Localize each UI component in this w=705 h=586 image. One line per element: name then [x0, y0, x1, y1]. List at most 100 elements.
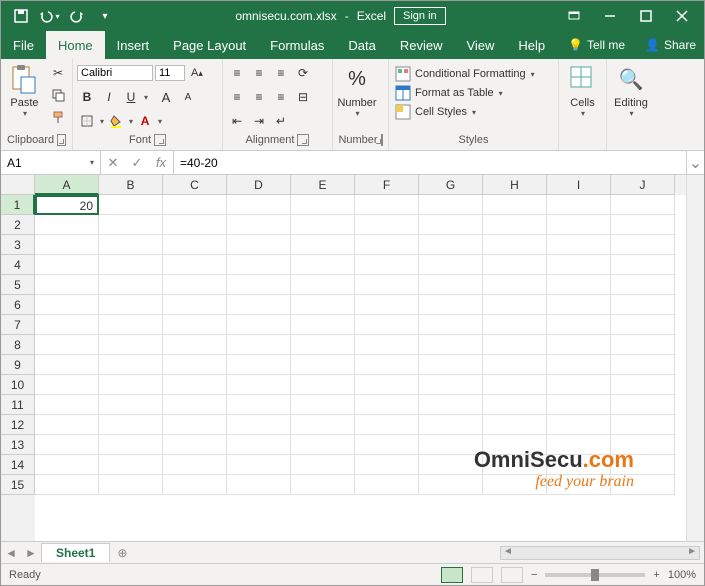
cell-B7[interactable]: [99, 315, 163, 335]
cell-styles-button[interactable]: Cell Styles▾: [393, 103, 537, 121]
cell-J6[interactable]: [611, 295, 675, 315]
cell-G9[interactable]: [419, 355, 483, 375]
tab-home[interactable]: Home: [46, 31, 105, 59]
vertical-scrollbar[interactable]: [686, 175, 704, 541]
increase-indent-icon[interactable]: ⇥: [249, 111, 269, 131]
cell-D3[interactable]: [227, 235, 291, 255]
col-header-B[interactable]: B: [99, 175, 163, 195]
formula-input[interactable]: =40-20: [174, 151, 686, 174]
cancel-formula-icon[interactable]: ✕: [101, 155, 125, 171]
sheet-tab-sheet1[interactable]: Sheet1: [41, 543, 110, 562]
cell-A13[interactable]: [35, 435, 99, 455]
cell-B8[interactable]: [99, 335, 163, 355]
row-header-10[interactable]: 10: [1, 375, 35, 395]
cell-E8[interactable]: [291, 335, 355, 355]
col-header-F[interactable]: F: [355, 175, 419, 195]
cell-I4[interactable]: [547, 255, 611, 275]
save-icon[interactable]: [9, 4, 33, 28]
format-as-table-button[interactable]: Format as Table▾: [393, 84, 537, 102]
cell-E9[interactable]: [291, 355, 355, 375]
ribbon-options-icon[interactable]: [556, 1, 592, 31]
font-launcher[interactable]: [154, 134, 166, 146]
conditional-formatting-button[interactable]: Conditional Formatting▾: [393, 65, 537, 83]
font-name-select[interactable]: Calibri: [77, 65, 153, 81]
row-header-12[interactable]: 12: [1, 415, 35, 435]
cell-I7[interactable]: [547, 315, 611, 335]
cell-D5[interactable]: [227, 275, 291, 295]
cell-G15[interactable]: [419, 475, 483, 495]
cell-A1[interactable]: 20: [35, 195, 99, 215]
col-header-J[interactable]: J: [611, 175, 675, 195]
font-size-small-icon[interactable]: A: [178, 87, 198, 107]
cell-D7[interactable]: [227, 315, 291, 335]
cell-A10[interactable]: [35, 375, 99, 395]
cell-F9[interactable]: [355, 355, 419, 375]
cell-C15[interactable]: [163, 475, 227, 495]
cell-A9[interactable]: [35, 355, 99, 375]
col-header-D[interactable]: D: [227, 175, 291, 195]
col-header-C[interactable]: C: [163, 175, 227, 195]
maximize-icon[interactable]: [628, 1, 664, 31]
cell-G5[interactable]: [419, 275, 483, 295]
alignment-launcher[interactable]: [297, 134, 309, 146]
tellme-button[interactable]: Tell me: [587, 38, 625, 52]
cell-F6[interactable]: [355, 295, 419, 315]
qat-customize-icon[interactable]: ▾: [93, 4, 117, 28]
tab-view[interactable]: View: [454, 31, 506, 59]
cell-I14[interactable]: [547, 455, 611, 475]
cell-A14[interactable]: [35, 455, 99, 475]
row-header-15[interactable]: 15: [1, 475, 35, 495]
cell-G6[interactable]: [419, 295, 483, 315]
cell-I12[interactable]: [547, 415, 611, 435]
cell-C7[interactable]: [163, 315, 227, 335]
tab-formulas[interactable]: Formulas: [258, 31, 336, 59]
cell-D6[interactable]: [227, 295, 291, 315]
orientation-icon[interactable]: ⟳: [293, 63, 313, 83]
row-header-6[interactable]: 6: [1, 295, 35, 315]
name-box[interactable]: A1▾: [1, 151, 101, 174]
decrease-indent-icon[interactable]: ⇤: [227, 111, 247, 131]
cell-A8[interactable]: [35, 335, 99, 355]
grow-font-icon[interactable]: A▴: [187, 63, 207, 83]
cell-F12[interactable]: [355, 415, 419, 435]
fx-icon[interactable]: fx: [149, 155, 173, 170]
share-button[interactable]: Share: [664, 38, 696, 52]
cell-D4[interactable]: [227, 255, 291, 275]
cell-E2[interactable]: [291, 215, 355, 235]
zoom-in-button[interactable]: +: [653, 569, 659, 581]
row-header-9[interactable]: 9: [1, 355, 35, 375]
cell-J9[interactable]: [611, 355, 675, 375]
cell-B1[interactable]: [99, 195, 163, 215]
cell-H5[interactable]: [483, 275, 547, 295]
add-sheet-button[interactable]: ⊕: [110, 546, 134, 560]
cell-E5[interactable]: [291, 275, 355, 295]
cell-G13[interactable]: [419, 435, 483, 455]
cell-F4[interactable]: [355, 255, 419, 275]
cell-G1[interactable]: [419, 195, 483, 215]
tab-insert[interactable]: Insert: [105, 31, 162, 59]
align-left-icon[interactable]: ≡: [227, 87, 247, 107]
cell-G12[interactable]: [419, 415, 483, 435]
row-header-13[interactable]: 13: [1, 435, 35, 455]
cell-B4[interactable]: [99, 255, 163, 275]
align-bottom-icon[interactable]: ≡: [271, 63, 291, 83]
sheet-nav[interactable]: ◄►: [1, 546, 41, 560]
row-header-1[interactable]: 1: [1, 195, 35, 215]
bold-button[interactable]: B: [77, 87, 97, 107]
cell-I3[interactable]: [547, 235, 611, 255]
cell-I5[interactable]: [547, 275, 611, 295]
cell-A7[interactable]: [35, 315, 99, 335]
cell-B12[interactable]: [99, 415, 163, 435]
align-center-icon[interactable]: ≡: [249, 87, 269, 107]
cell-H1[interactable]: [483, 195, 547, 215]
zoom-slider[interactable]: [545, 573, 645, 577]
horizontal-scrollbar[interactable]: [500, 546, 700, 560]
row-header-3[interactable]: 3: [1, 235, 35, 255]
row-header-4[interactable]: 4: [1, 255, 35, 275]
minimize-icon[interactable]: [592, 1, 628, 31]
cell-D13[interactable]: [227, 435, 291, 455]
cell-G4[interactable]: [419, 255, 483, 275]
cell-C12[interactable]: [163, 415, 227, 435]
cell-H15[interactable]: [483, 475, 547, 495]
row-header-5[interactable]: 5: [1, 275, 35, 295]
